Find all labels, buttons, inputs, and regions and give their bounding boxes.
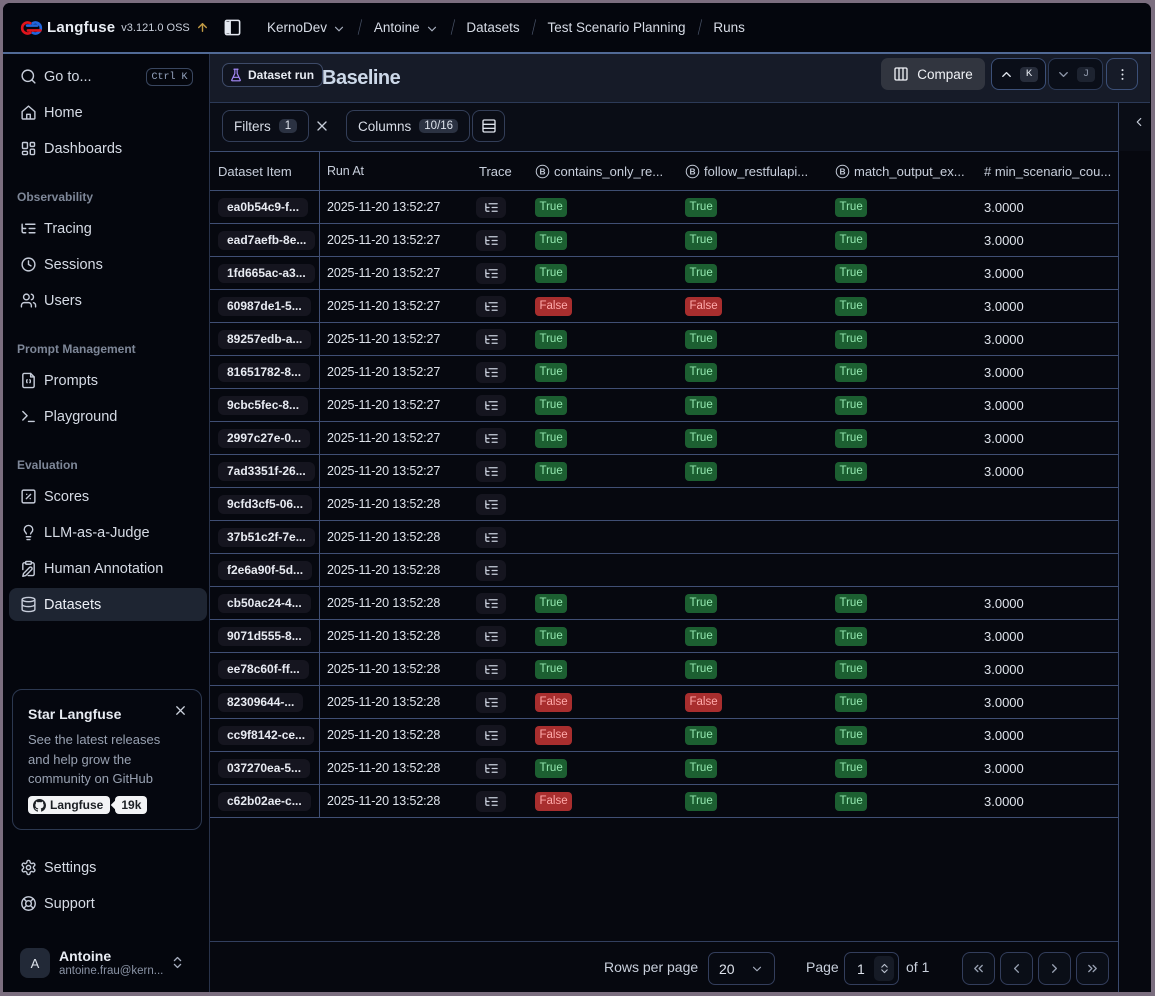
svg-text:B: B — [689, 166, 695, 176]
svg-text:B: B — [839, 166, 845, 176]
svg-text:B: B — [539, 166, 545, 176]
